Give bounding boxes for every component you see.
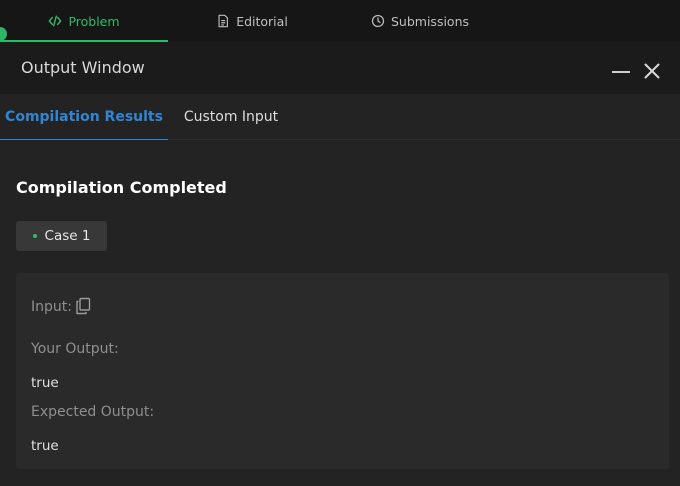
tab-problem[interactable]: Problem — [0, 0, 168, 42]
tab-editorial-label: Editorial — [236, 13, 288, 29]
tab-submissions[interactable]: Submissions — [336, 0, 504, 42]
minimize-icon[interactable] — [612, 71, 630, 73]
case-status-dot — [32, 234, 37, 238]
window-title: Output Window — [21, 58, 145, 77]
output-window-header: Output Window — [0, 42, 680, 94]
top-nav: Problem Editorial Submissions — [0, 0, 680, 42]
case-button-label: Case 1 — [44, 228, 91, 244]
your-output-value: true — [31, 375, 59, 391]
result-panel: Input: Your Output: true Expected Output… — [16, 273, 669, 469]
output-tabs: Compilation Results Custom Input — [0, 94, 680, 141]
tab-editorial[interactable]: Editorial — [168, 0, 336, 42]
input-label: Input: — [31, 299, 72, 315]
case-1-button[interactable]: Case 1 — [16, 221, 107, 251]
tab-compilation-results[interactable]: Compilation Results — [0, 94, 168, 141]
expected-output-label: Expected Output: — [31, 404, 155, 420]
document-icon — [218, 14, 229, 28]
tab-custom-input[interactable]: Custom Input — [170, 94, 292, 140]
tab-submissions-label: Submissions — [390, 13, 470, 29]
expected-output-value: true — [31, 438, 59, 454]
clock-icon — [371, 14, 385, 28]
compilation-status: Compilation Completed — [16, 178, 227, 197]
code-icon — [49, 15, 62, 27]
output-content: Compilation Completed Case 1 Input: Your… — [0, 140, 680, 486]
copy-icon[interactable] — [75, 297, 91, 315]
close-icon[interactable] — [643, 62, 661, 80]
your-output-label: Your Output: — [31, 341, 119, 357]
tab-problem-label: Problem — [68, 13, 120, 29]
